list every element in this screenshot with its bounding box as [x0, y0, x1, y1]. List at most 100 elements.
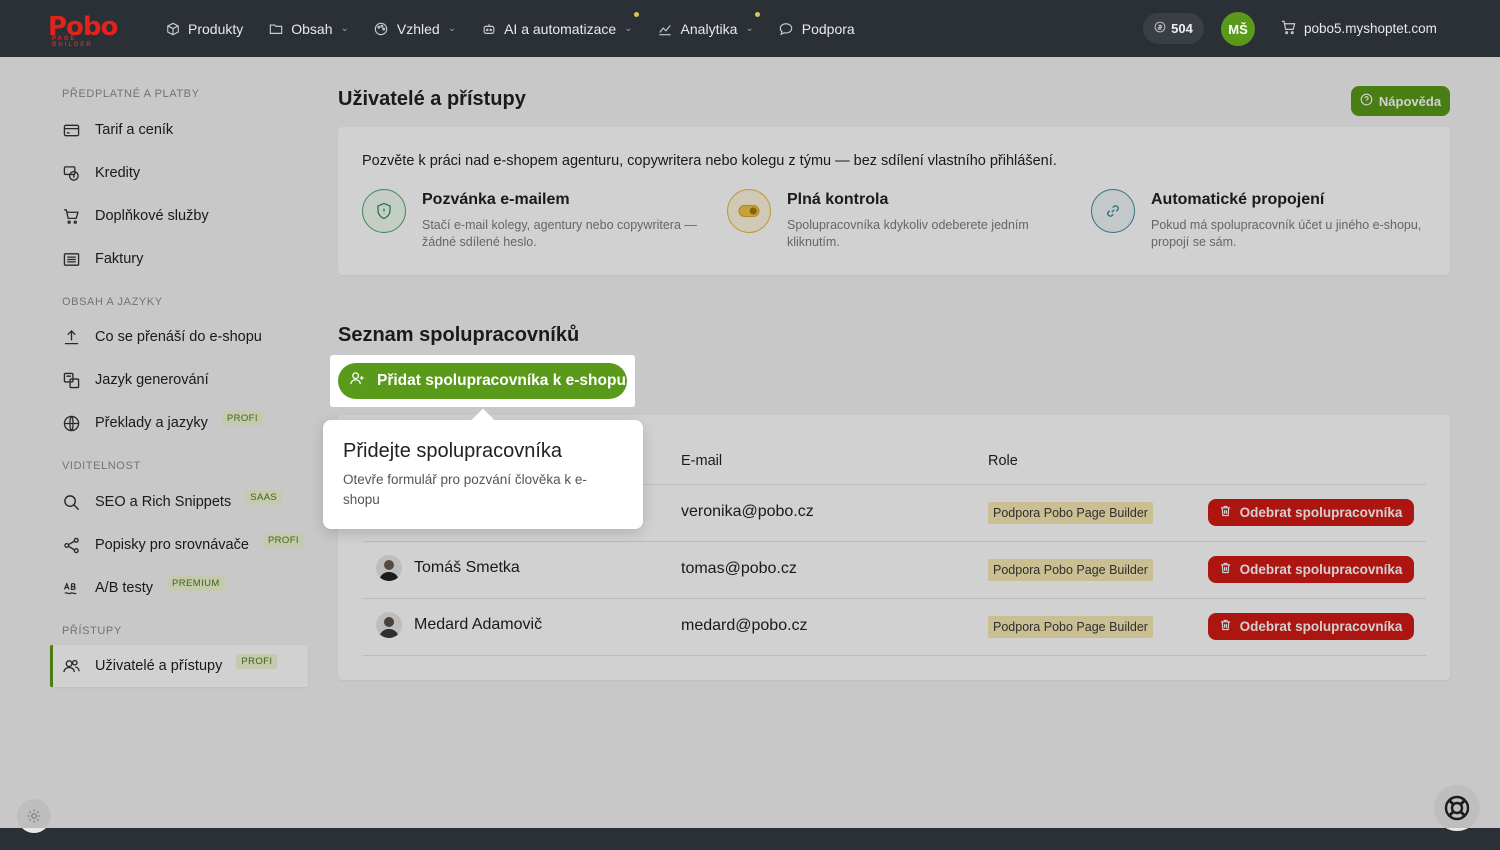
nav-ai[interactable]: AI a automatizace ⌄ — [481, 0, 639, 57]
sidebar-item-popisky[interactable]: Popisky pro srovnávače PROFI — [50, 524, 308, 566]
nav-produkty[interactable]: Produkty — [165, 0, 243, 57]
cart-icon — [62, 207, 80, 225]
credits-count: 504 — [1171, 21, 1193, 36]
collaborator-name: Medard Adamovič — [376, 612, 542, 638]
sidebar-item-kredity[interactable]: Kredity — [50, 152, 308, 194]
sidebar-item-uzivatele[interactable]: Uživatelé a přístupy PROFI — [50, 645, 308, 687]
sidebar-item-label: Překlady a jazyky — [95, 415, 208, 431]
role-badge: Podpora Pobo Page Builder — [988, 616, 1153, 638]
sidebar-section-title: PŘEDPLATNÉ A PLATBY — [62, 88, 200, 100]
sidebar-item-jazyk-generovani[interactable]: Jazyk generování — [50, 359, 308, 401]
trash-icon — [1220, 562, 1231, 577]
remove-collaborator-button[interactable]: Odebrat spolupracovníka — [1208, 499, 1414, 526]
nav-label: AI a automatizace — [504, 20, 617, 37]
nav-label: Produkty — [188, 20, 244, 37]
folder-icon — [268, 21, 283, 36]
nav-label: Obsah — [291, 20, 333, 37]
sidebar-item-prenos[interactable]: Co se přenáší do e-shopu — [50, 316, 308, 358]
plan-badge: PROFI — [236, 653, 278, 669]
lifebuoy-icon[interactable] — [1434, 785, 1480, 831]
shield-icon — [362, 189, 406, 233]
remove-label: Odebrat spolupracovníka — [1239, 562, 1403, 577]
sidebar-section-title: OBSAH A JAZYKY — [62, 296, 163, 308]
column-header-role: Role — [988, 453, 1018, 469]
toggle-icon — [727, 189, 771, 233]
collaborator-name-text: Medard Adamovič — [414, 616, 543, 633]
help-button[interactable]: Nápověda — [1351, 86, 1450, 116]
collaborator-name: Tomáš Smetka — [376, 555, 520, 581]
remove-collaborator-button[interactable]: Odebrat spolupracovníka — [1208, 613, 1414, 640]
sidebar-item-ab-testy[interactable]: A/B testy PREMIUM — [50, 567, 308, 609]
footer-bar — [0, 828, 1500, 850]
collaborators-title: Seznam spolupracovníků — [338, 324, 580, 346]
feature-desc: Spolupracovníka kdykoliv odeberete jední… — [787, 218, 1029, 249]
info-card: Pozvěte k práci nad e-shopem agenturu, c… — [338, 127, 1450, 275]
chevron-down-icon: ⌄ — [624, 23, 633, 34]
sidebar-section-title: PŘÍSTUPY — [62, 625, 122, 637]
divider — [363, 598, 1426, 599]
search-icon — [62, 493, 80, 511]
box-icon — [165, 21, 180, 36]
plan-badge: PROFI — [221, 410, 263, 426]
nav-vzhled[interactable]: Vzhled ⌄ — [374, 0, 456, 57]
sidebar-item-label: Popisky pro srovnávače — [95, 537, 249, 553]
plan-badge: SAAS — [245, 489, 283, 505]
add-collaborator-button[interactable]: Přidat spolupracovníka k e-shopu — [338, 363, 627, 399]
sidebar-item-preklady[interactable]: Překlady a jazyky PROFI — [50, 402, 308, 444]
sidebar-item-label: A/B testy — [95, 580, 154, 596]
nav-label: Analytika — [680, 20, 738, 37]
sidebar-item-label: Jazyk generování — [95, 372, 209, 388]
sidebar-item-label: Co se přenáší do e-shopu — [95, 329, 262, 345]
invoice-icon — [62, 250, 80, 268]
globe-icon — [62, 414, 80, 432]
remove-collaborator-button[interactable]: Odebrat spolupracovníka — [1208, 556, 1414, 583]
shop-domain: pobo5.myshoptet.com — [1304, 21, 1437, 36]
pobo-logo[interactable]: Pobo PAGE BUILDER — [48, 14, 118, 48]
collaborator-email: tomas@pobo.cz — [681, 560, 797, 577]
collaborator-name-text: Tomáš Smetka — [414, 559, 520, 576]
nav-label: Vzhled — [396, 20, 440, 37]
sidebar-item-seo[interactable]: SEO a Rich Snippets SAAS — [50, 481, 308, 523]
palette-icon — [374, 21, 389, 36]
tour-tooltip: Přidejte spolupracovníka Otevře formulář… — [323, 420, 643, 529]
nav-obsah[interactable]: Obsah ⌄ — [268, 0, 349, 57]
sidebar-item-label: Tarif a ceník — [95, 122, 174, 138]
nav-podpora[interactable]: Podpora — [779, 0, 855, 57]
trash-icon — [1220, 505, 1231, 520]
nav-analytika[interactable]: Analytika ⌄ — [658, 0, 760, 57]
feature-title: Automatické propojení — [1151, 191, 1325, 208]
sidebar-item-faktury[interactable]: Faktury — [50, 238, 308, 280]
chevron-down-icon: ⌄ — [447, 23, 457, 34]
sidebar-item-tarif[interactable]: Tarif a ceník — [50, 109, 308, 151]
notification-dot — [633, 12, 639, 17]
sidebar-item-label: Doplňkové služby — [95, 208, 209, 224]
chart-icon — [658, 21, 673, 36]
add-user-icon — [350, 371, 365, 391]
feature-title: Plná kontrola — [787, 191, 889, 208]
coins-icon — [62, 164, 80, 182]
ab-test-icon — [62, 579, 80, 597]
cart-icon — [1281, 20, 1296, 38]
sidebar-item-label: SEO a Rich Snippets — [95, 494, 232, 510]
remove-label: Odebrat spolupracovníka — [1239, 619, 1403, 634]
shop-link[interactable]: pobo5.myshoptet.com — [1281, 0, 1437, 57]
avatar — [376, 612, 402, 638]
feature-desc: Stačí e-mail kolegy, agentury nebo copyw… — [422, 218, 697, 249]
remove-label: Odebrat spolupracovníka — [1239, 505, 1403, 520]
user-avatar[interactable]: MŠ — [1221, 12, 1255, 46]
collaborator-email: veronika@pobo.cz — [681, 503, 814, 520]
column-header-email: E-mail — [681, 453, 723, 469]
role-badge: Podpora Pobo Page Builder — [988, 502, 1153, 524]
top-navbar: Pobo PAGE BUILDER Produkty Obsah ⌄ Vzhle… — [0, 0, 1500, 57]
gear-icon[interactable] — [17, 799, 51, 833]
sidebar-section-title: VIDITELNOST — [62, 460, 141, 472]
chevron-down-icon: ⌄ — [340, 23, 349, 34]
sidebar-item-label: Kredity — [95, 165, 141, 181]
plan-badge: PROFI — [262, 532, 304, 548]
divider — [363, 541, 1426, 542]
credits-badge[interactable]: 504 — [1143, 13, 1204, 44]
divider — [363, 655, 1426, 656]
sidebar-item-doplnkove-sluzby[interactable]: Doplňkové služby — [50, 195, 308, 237]
add-collaborator-label: Přidat spolupracovníka k e-shopu — [377, 372, 626, 389]
link-icon — [1091, 189, 1135, 233]
